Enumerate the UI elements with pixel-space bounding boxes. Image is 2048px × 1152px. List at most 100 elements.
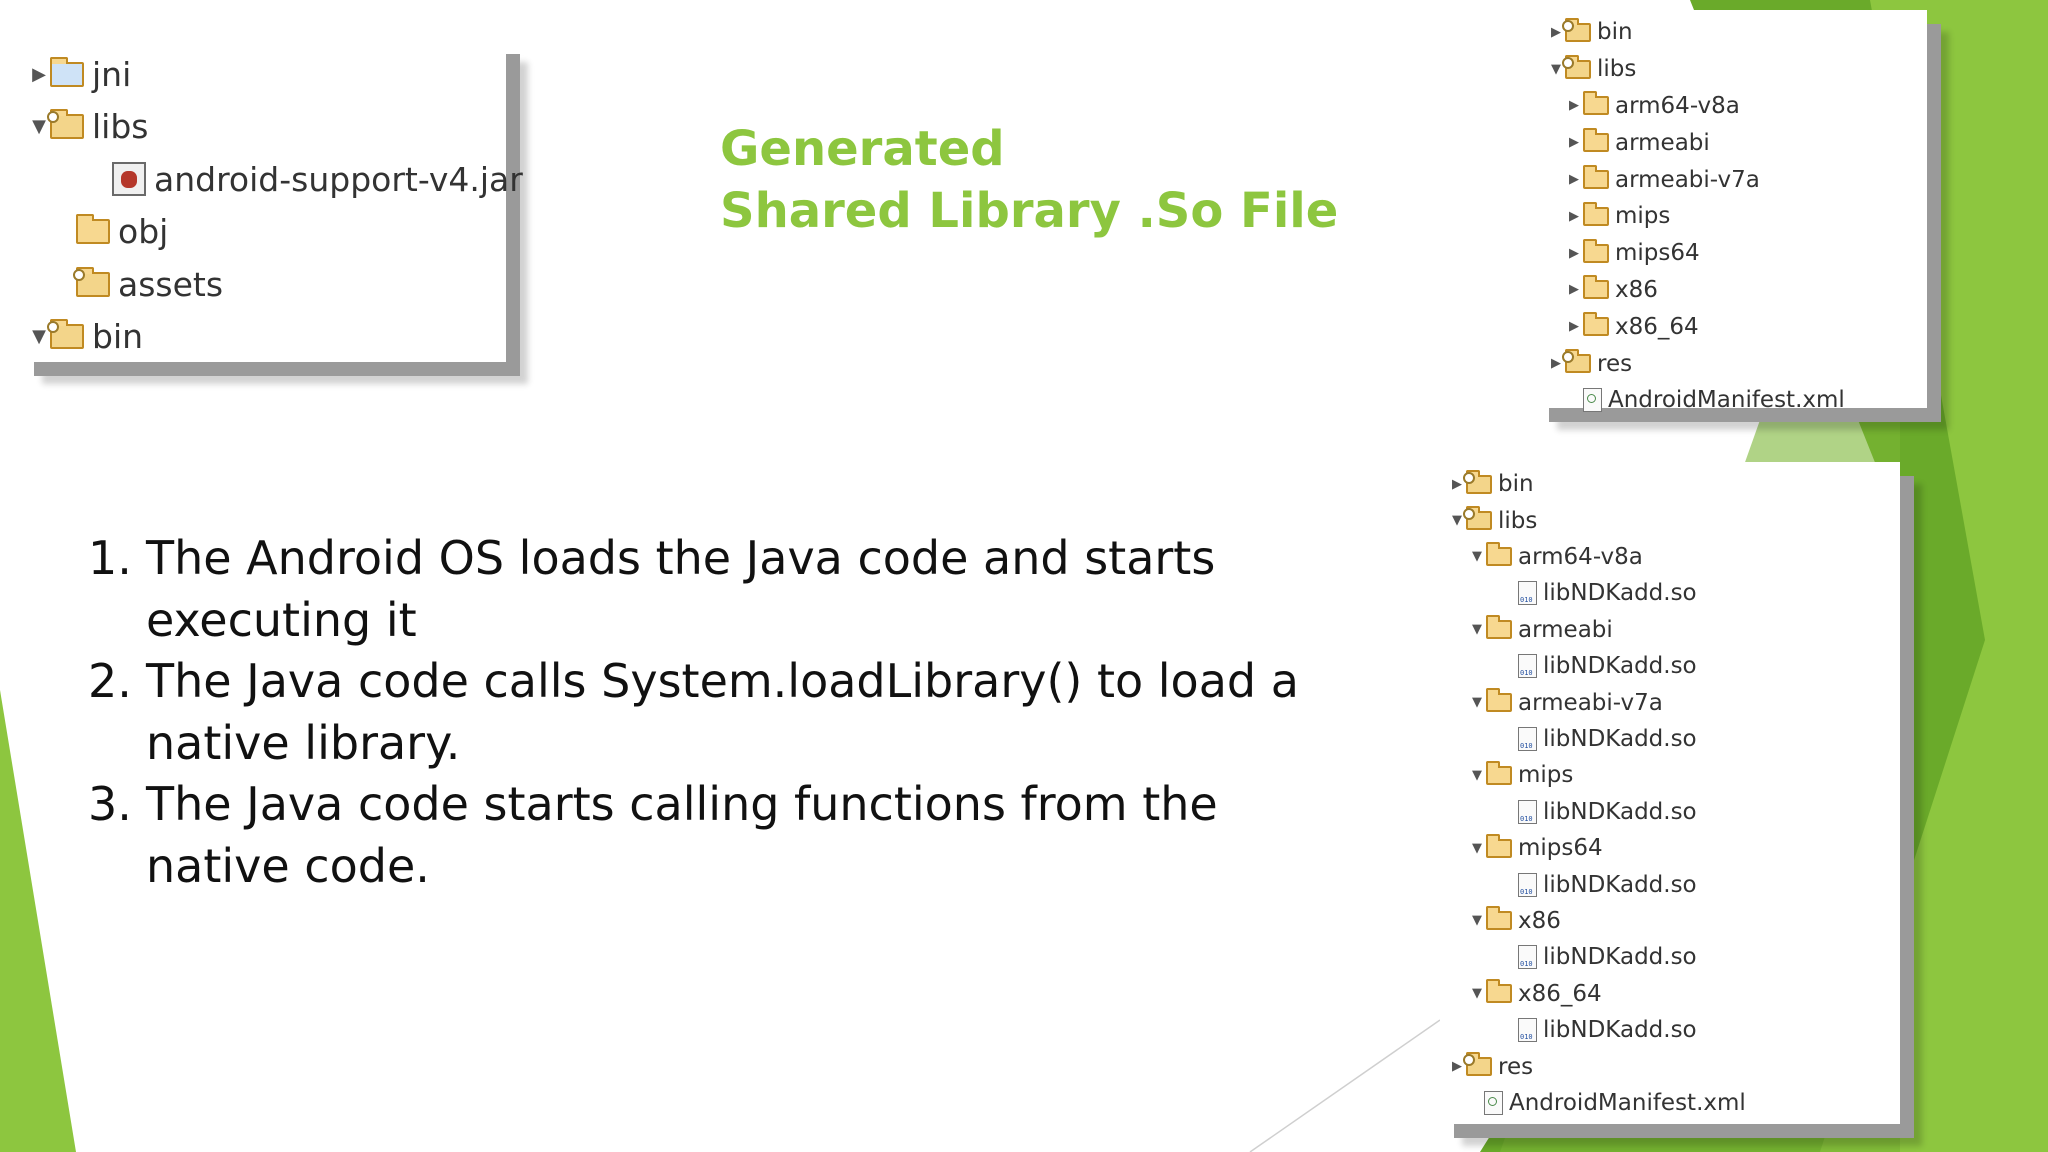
tree-item-label: libNDKadd.so [1543,944,1697,971]
step-text: The Android OS loads the Java code and s… [146,531,1216,647]
tree-row[interactable]: libNDKadd.so [1500,721,1697,757]
expand-down-icon[interactable]: ▼ [1468,549,1486,564]
tree-item-label: assets [118,264,224,304]
expand-down-icon[interactable]: ▼ [1468,913,1486,928]
tree-row[interactable]: ▼ arm64-v8a [1468,539,1643,575]
package-folder-icon [1562,17,1591,42]
tree-row[interactable]: ▶ x86_64 [1565,308,1699,345]
tree-item-label: armeabi-v7a [1615,166,1760,193]
tree-row[interactable]: ▼ armeabi [1468,612,1613,648]
tree-item-label: mips64 [1518,835,1603,862]
folder-icon [1486,906,1512,931]
tree-row[interactable]: ▼ x86 [1468,903,1561,939]
tree-row[interactable]: ▶ bin [1448,466,1534,502]
tree-item-label: libNDKadd.so [1543,580,1697,607]
tree-item-label: arm64-v8a [1615,92,1740,119]
tree-row[interactable]: libNDKadd.so [1500,866,1697,902]
package-folder-icon [1463,469,1492,494]
step-item: 3. The Java code starts calling function… [88,774,1308,897]
tree-item-label: x86 [1518,907,1561,934]
folder-icon [1583,128,1609,153]
expand-down-icon[interactable]: ▼ [1468,622,1486,637]
tree-item-label: bin [1597,19,1633,46]
tree-row[interactable]: ▶ armeabi [1565,124,1710,161]
tree-row[interactable]: libNDKadd.so [1500,939,1697,975]
tree-row[interactable]: ▼ libs [28,101,148,154]
tree-row[interactable]: ▶ res [1547,345,1632,382]
folder-icon [1486,833,1512,858]
tree-item-label: res [1498,1053,1534,1080]
folder-icon [1486,979,1512,1004]
tree-item-label: mips [1518,762,1574,789]
project-tree-panel-bottom-right: ▶bin▼libs▼arm64-v8alibNDKadd.so▼armeabil… [1440,462,1900,1124]
tree-row[interactable]: ▼ mips64 [1468,830,1603,866]
folder-icon [1486,615,1512,640]
tree-row[interactable]: AndroidManifest.xml [1565,382,1845,419]
project-tree-panel-left: ▶ jni ▼ libs android-support-v4.jar obj assets… [20,40,523,364]
binary-file-icon [1518,945,1537,970]
tree-row[interactable]: ▶ armeabi-v7a [1565,161,1760,198]
collapse-right-icon[interactable]: ▶ [1565,246,1583,261]
tree-item-label: libNDKadd.so [1543,725,1697,752]
tree-row[interactable]: ▼ libs [1448,502,1537,538]
tree-item-label: libs [1597,56,1637,83]
package-folder-icon [1562,349,1591,374]
tree-row[interactable]: libNDKadd.so [1500,794,1697,830]
project-tree-panel-top-right: ▶ bin ▼ libs ▶ arm64-v8a ▶ armeabi ▶ armeabi-v7a ▶… [1535,10,1927,413]
collapse-right-icon[interactable]: ▶ [1565,135,1583,150]
tree-row[interactable]: ▶ arm64-v8a [1565,88,1740,125]
expand-down-icon[interactable]: ▼ [1468,768,1486,783]
tree-item-label: x86 [1615,276,1658,303]
tree-item-label: libs [1498,507,1538,534]
tree-row[interactable]: ▶ jni [28,48,131,101]
package-folder-icon [47,109,84,140]
tree-row[interactable]: android-support-v4.jar [90,153,523,206]
tree-row[interactable]: libNDKadd.so [1500,648,1697,684]
tree-item-label: mips [1615,203,1671,230]
tree-item-label: mips64 [1615,240,1700,267]
tree-item-label: libNDKadd.so [1543,653,1697,680]
tree-row[interactable]: ▶ mips64 [1565,235,1700,272]
collapse-right-icon[interactable]: ▶ [1565,209,1583,224]
slide-heading: Generated Shared Library .So File [720,118,1338,242]
folder-icon [1486,688,1512,713]
tree-item-label: AndroidManifest.xml [1608,387,1845,414]
tree-row[interactable]: ▼ libs [1547,51,1636,88]
collapse-right-icon[interactable]: ▶ [1565,319,1583,334]
collapse-right-icon[interactable]: ▶ [28,64,50,85]
binary-file-icon [1518,799,1537,824]
tree-row[interactable]: ▼ bin [28,311,143,364]
step-number: 1. [88,531,132,585]
binary-file-icon [1518,872,1537,897]
step-item: 1. The Android OS loads the Java code an… [88,528,1308,651]
binary-file-icon [1518,581,1537,606]
folder-icon [1583,312,1609,337]
tree-row[interactable]: ▼ x86_64 [1468,976,1602,1012]
expand-down-icon[interactable]: ▼ [1468,695,1486,710]
tree-item-label: libs [92,107,149,147]
expand-down-icon[interactable]: ▼ [1468,841,1486,856]
tree-row[interactable]: assets [54,258,223,311]
tree-row[interactable]: ▼ mips [1468,757,1573,793]
tree-row[interactable]: libNDKadd.so [1500,1012,1697,1048]
tree-item-label: armeabi [1518,616,1613,643]
tree-row[interactable]: AndroidManifest.xml [1466,1085,1746,1121]
tree-row[interactable]: obj [54,206,168,259]
tree-row[interactable]: ▶ x86 [1565,272,1658,309]
tree-row[interactable]: ▶ mips [1565,198,1670,235]
expand-down-icon[interactable]: ▼ [1468,986,1486,1001]
binary-file-icon [1518,654,1537,679]
package-folder-icon [47,319,84,350]
collapse-right-icon[interactable]: ▶ [1565,172,1583,187]
folder-icon [1583,201,1609,226]
collapse-right-icon[interactable]: ▶ [1565,282,1583,297]
collapse-right-icon[interactable]: ▶ [1565,98,1583,113]
tree-row[interactable]: ▼ armeabi-v7a [1468,684,1663,720]
tree-row[interactable]: ▶ bin [1547,14,1633,51]
heading-line-2: Shared Library .So File [720,183,1339,239]
folder-icon [1583,165,1609,190]
tree-row[interactable]: libNDKadd.so [1500,575,1697,611]
folder-icon [1486,760,1512,785]
tree-row[interactable]: ▶ res [1448,1048,1533,1084]
thin-diagonal-line [1249,1019,1441,1152]
